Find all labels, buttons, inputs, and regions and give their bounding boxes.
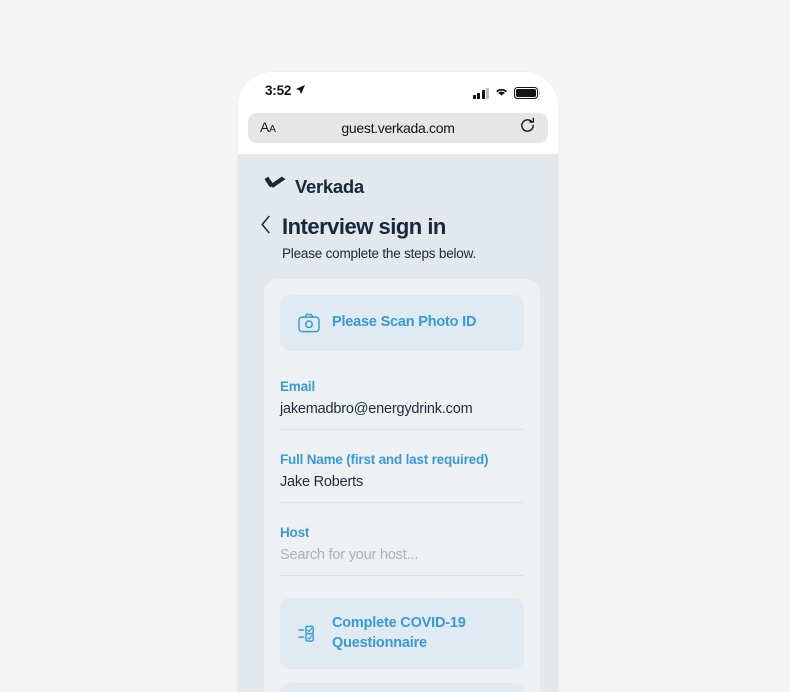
battery-full-icon — [514, 87, 541, 99]
status-icons — [472, 84, 541, 102]
email-field-label: Email — [280, 379, 316, 394]
brand-name: Verkada — [295, 176, 364, 197]
cellular-signal-icon — [472, 87, 489, 99]
brand-header: Verkada — [238, 154, 558, 198]
wifi-icon — [494, 84, 509, 102]
page-subtitle: Please complete the steps below. — [282, 246, 476, 261]
sign-nda-button[interactable]: Sign Non-disclosure — [280, 683, 524, 692]
status-time: 3:52 — [265, 83, 306, 98]
page-header: Interview sign in — [238, 198, 558, 240]
email-field[interactable]: Email jakemadbro@energydrink.com — [280, 357, 524, 430]
email-field-value: jakemadbro@energydrink.com — [280, 401, 473, 417]
signin-form-card: Please Scan Photo ID Email jakemadbro@en… — [264, 279, 540, 692]
status-time-label: 3:52 — [265, 83, 292, 98]
chevron-left-icon[interactable] — [260, 215, 272, 239]
host-field-value: Search for your host... — [280, 547, 419, 563]
scan-photo-id-button[interactable]: Please Scan Photo ID — [280, 295, 524, 351]
scan-photo-id-label: Please Scan Photo ID — [332, 314, 477, 331]
covid-questionnaire-label: Complete COVID-19 Questionnaire — [332, 615, 466, 651]
full-name-field-value: Jake Roberts — [280, 474, 364, 490]
web-page: Verkada Interview sign in Please complet… — [238, 154, 558, 692]
browser-chrome: AA guest.verkada.com — [238, 110, 558, 154]
device-notch — [325, 72, 471, 96]
phone-frame: 3:52 AA guest.verkada.com Verkada Interv… — [238, 72, 558, 692]
checklist-icon — [298, 624, 320, 644]
camera-icon — [298, 313, 320, 333]
full-name-field-label: Full Name (first and last required) — [280, 452, 489, 467]
covid-questionnaire-button[interactable]: Complete COVID-19 Questionnaire — [280, 598, 524, 670]
host-field[interactable]: Host Search for your host... — [280, 503, 524, 576]
location-arrow-icon — [295, 83, 306, 98]
host-field-label: Host — [280, 525, 310, 540]
page-title: Interview sign in — [282, 214, 446, 239]
url-text: guest.verkada.com — [341, 120, 455, 136]
covid-questionnaire-block: Complete COVID-19 Questionnaire — [280, 576, 524, 670]
verkada-logo-icon — [264, 176, 286, 198]
reload-icon[interactable] — [519, 117, 536, 139]
full-name-field[interactable]: Full Name (first and last required) Jake… — [280, 430, 524, 503]
nda-block: Sign Non-disclosure — [280, 669, 524, 692]
status-bar: 3:52 — [238, 72, 558, 110]
address-bar[interactable]: AA guest.verkada.com — [248, 113, 548, 143]
